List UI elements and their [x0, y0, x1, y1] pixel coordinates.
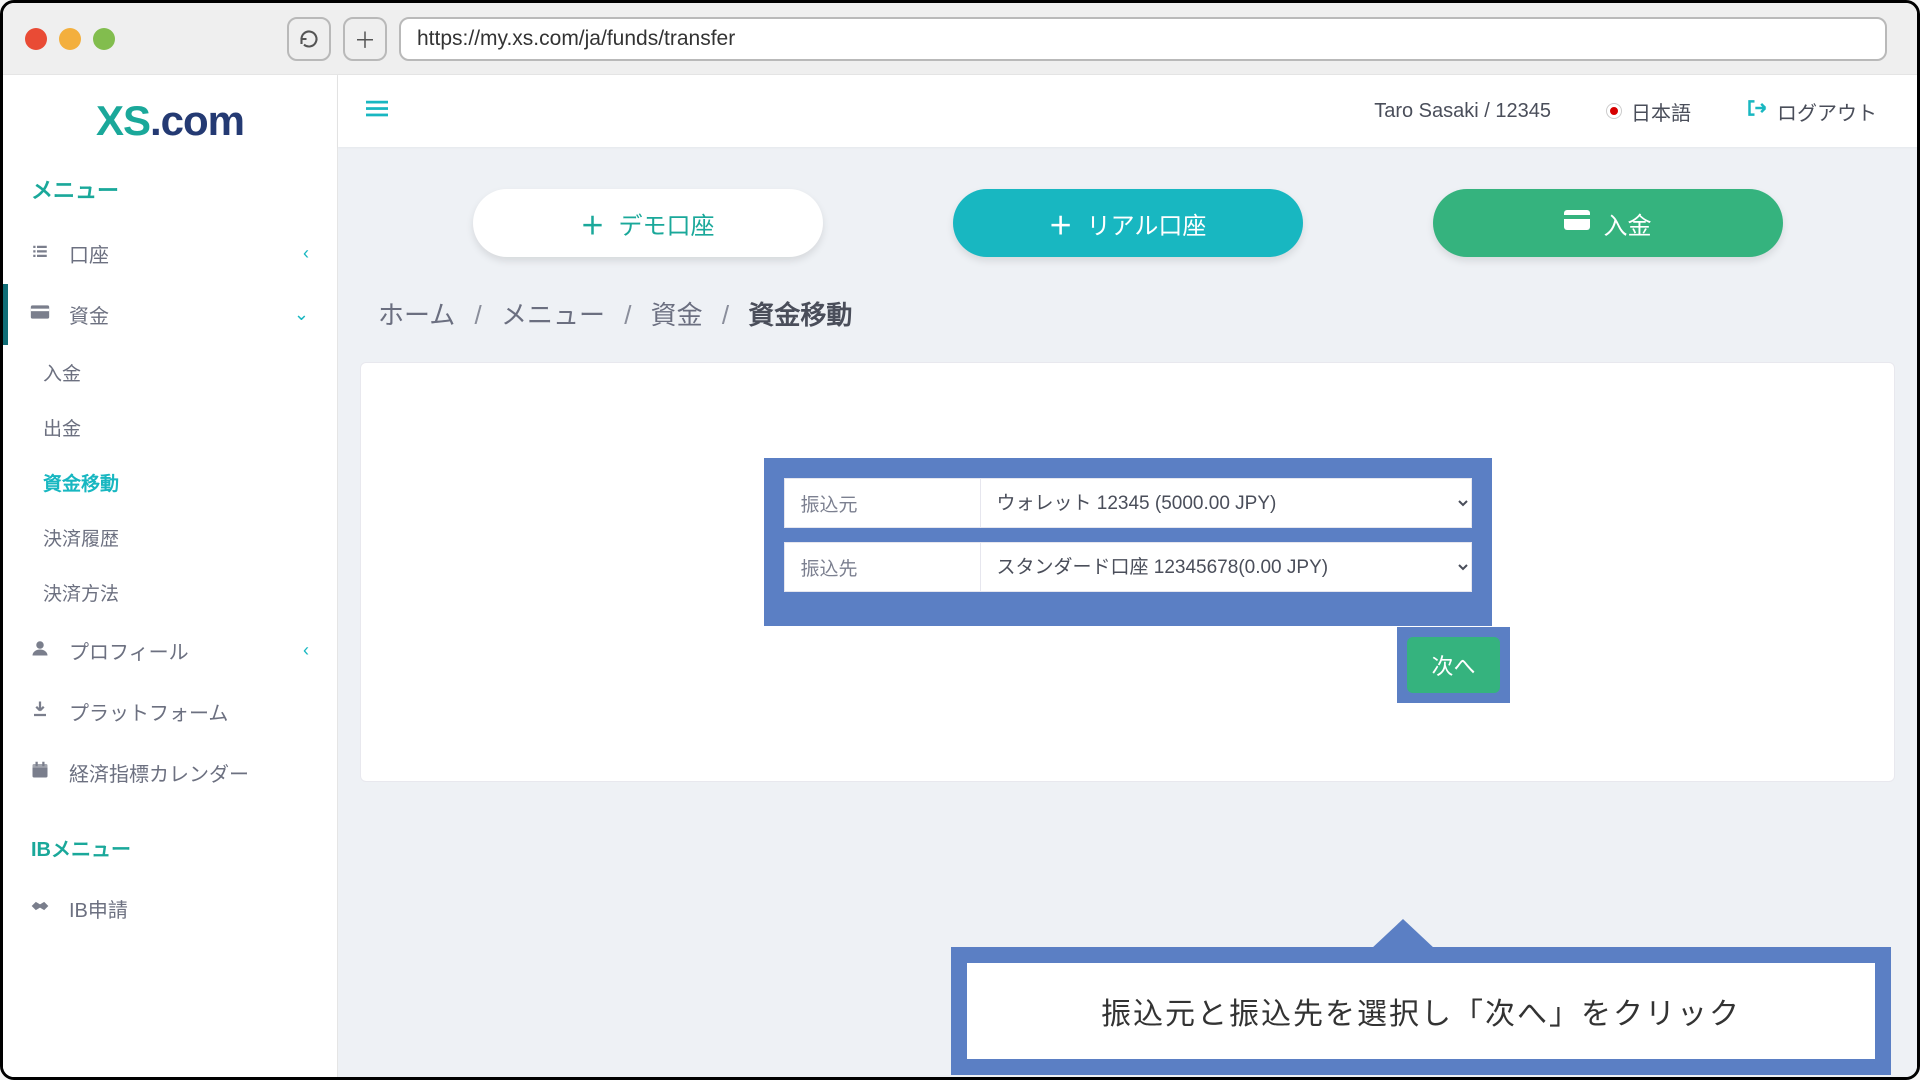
sidebar-sub-methods[interactable]: 決済方法: [3, 565, 337, 620]
breadcrumb-funds[interactable]: 資金: [651, 300, 703, 330]
close-window-icon[interactable]: [25, 28, 47, 50]
reload-button[interactable]: [287, 17, 331, 61]
to-row: 振込先 スタンダード口座 12345678(0.00 JPY): [784, 542, 1472, 592]
reload-icon: [299, 29, 319, 49]
callout-arrow-icon: [1371, 919, 1435, 949]
minimize-window-icon[interactable]: [59, 28, 81, 50]
real-account-button[interactable]: ＋ リアル口座: [953, 189, 1303, 257]
sidebar-item-label: 経済指標カレンダー: [69, 758, 249, 787]
sidebar-sub-withdraw[interactable]: 出金: [3, 400, 337, 455]
card-icon: [1564, 209, 1590, 237]
instruction-callout: 振込元と振込先を選択し「次へ」をクリック: [951, 947, 1891, 1075]
handshake-icon: [29, 897, 51, 920]
topbar-right: Taro Sasaki / 12345 日本語 ログアウト: [1374, 97, 1877, 126]
real-account-label: リアル口座: [1087, 206, 1207, 241]
next-button[interactable]: 次へ: [1407, 637, 1499, 693]
breadcrumb-separator: /: [474, 300, 481, 330]
logo: XS.com: [3, 75, 337, 163]
sidebar-item-funds[interactable]: 資金 ⌄: [3, 284, 337, 345]
to-label: 振込先: [784, 542, 980, 592]
plus-icon: ＋: [1049, 206, 1073, 241]
sidebar-item-accounts[interactable]: 口座 ‹: [3, 223, 337, 284]
next-button-wrap: 次へ: [1397, 627, 1509, 703]
window-controls: [25, 28, 115, 50]
logout-icon: [1747, 99, 1767, 123]
sidebar-item-label: IB申請: [69, 894, 128, 923]
user-label: Taro Sasaki / 12345: [1374, 100, 1551, 123]
wallet-icon: [29, 303, 51, 326]
form-highlight-box: 振込元 ウォレット 12345 (5000.00 JPY) 振込先 スタンダード…: [764, 458, 1492, 626]
ib-menu-header: IBメニュー: [3, 803, 337, 878]
sidebar-toggle-button[interactable]: [366, 97, 388, 125]
callout-text: 振込元と振込先を選択し「次へ」をクリック: [967, 963, 1875, 1059]
plus-icon: ＋: [581, 206, 605, 241]
logo-dotcom: .com: [150, 97, 244, 144]
sidebar-sub-transfer[interactable]: 資金移動: [3, 455, 337, 510]
chevron-left-icon: ‹: [303, 243, 309, 264]
sidebar-item-label: 資金: [69, 300, 109, 329]
logout-label: ログアウト: [1777, 97, 1877, 126]
main-content: Taro Sasaki / 12345 日本語 ログアウト ＋: [338, 75, 1917, 1077]
breadcrumb-current: 資金移動: [748, 300, 852, 330]
browser-toolbar: ＋ https://my.xs.com/ja/funds/transfer: [3, 3, 1917, 75]
url-bar[interactable]: https://my.xs.com/ja/funds/transfer: [399, 17, 1887, 61]
demo-account-label: デモ口座: [619, 206, 715, 241]
url-text: https://my.xs.com/ja/funds/transfer: [417, 27, 735, 51]
app-body: XS.com メニュー 口座 ‹ 資金: [3, 75, 1917, 1077]
browser-window: ＋ https://my.xs.com/ja/funds/transfer XS…: [0, 0, 1920, 1080]
download-icon: [29, 700, 51, 724]
sidebar-item-label: プラットフォーム: [69, 697, 228, 726]
transfer-form-card: 振込元 ウォレット 12345 (5000.00 JPY) 振込先 スタンダード…: [360, 362, 1895, 782]
user-icon: [29, 639, 51, 663]
deposit-button[interactable]: 入金: [1433, 189, 1783, 257]
sidebar-item-platform[interactable]: プラットフォーム: [3, 681, 337, 742]
topbar: Taro Sasaki / 12345 日本語 ログアウト: [338, 75, 1917, 147]
sidebar-sub-deposit[interactable]: 入金: [3, 345, 337, 400]
japan-flag-icon: [1607, 104, 1621, 118]
new-tab-button[interactable]: ＋: [343, 17, 387, 61]
sidebar-sub-history[interactable]: 決済履歴: [3, 510, 337, 565]
sidebar: XS.com メニュー 口座 ‹ 資金: [3, 75, 338, 1077]
language-selector[interactable]: 日本語: [1607, 97, 1691, 126]
action-buttons-row: ＋ デモ口座 ＋ リアル口座 入金: [338, 147, 1917, 295]
deposit-label: 入金: [1604, 206, 1652, 241]
logout-button[interactable]: ログアウト: [1747, 97, 1877, 126]
menu-header: メニュー: [3, 163, 337, 223]
sidebar-item-ib-apply[interactable]: IB申請: [3, 878, 337, 939]
calendar-icon: [29, 761, 51, 785]
plus-icon: ＋: [354, 23, 376, 55]
hamburger-icon: [366, 100, 388, 118]
breadcrumb-home[interactable]: ホーム: [378, 300, 455, 330]
sidebar-item-label: 口座: [69, 239, 109, 268]
breadcrumb-separator: /: [722, 300, 729, 330]
sidebar-item-profile[interactable]: プロフィール ‹: [3, 620, 337, 681]
sidebar-item-calendar[interactable]: 経済指標カレンダー: [3, 742, 337, 803]
breadcrumb-menu[interactable]: メニュー: [501, 300, 605, 330]
from-row: 振込元 ウォレット 12345 (5000.00 JPY): [784, 478, 1472, 528]
language-label: 日本語: [1631, 97, 1691, 126]
breadcrumb: ホーム / メニュー / 資金 / 資金移動: [338, 295, 1917, 362]
chevron-left-icon: ‹: [303, 640, 309, 661]
chevron-down-icon: ⌄: [294, 304, 309, 325]
from-label: 振込元: [784, 478, 980, 528]
demo-account-button[interactable]: ＋ デモ口座: [473, 189, 823, 257]
breadcrumb-separator: /: [624, 300, 631, 330]
maximize-window-icon[interactable]: [93, 28, 115, 50]
logo-xs: XS: [96, 97, 150, 144]
from-select[interactable]: ウォレット 12345 (5000.00 JPY): [980, 478, 1472, 528]
sidebar-item-label: プロフィール: [69, 636, 189, 665]
to-select[interactable]: スタンダード口座 12345678(0.00 JPY): [980, 542, 1472, 592]
list-icon: [29, 242, 51, 266]
